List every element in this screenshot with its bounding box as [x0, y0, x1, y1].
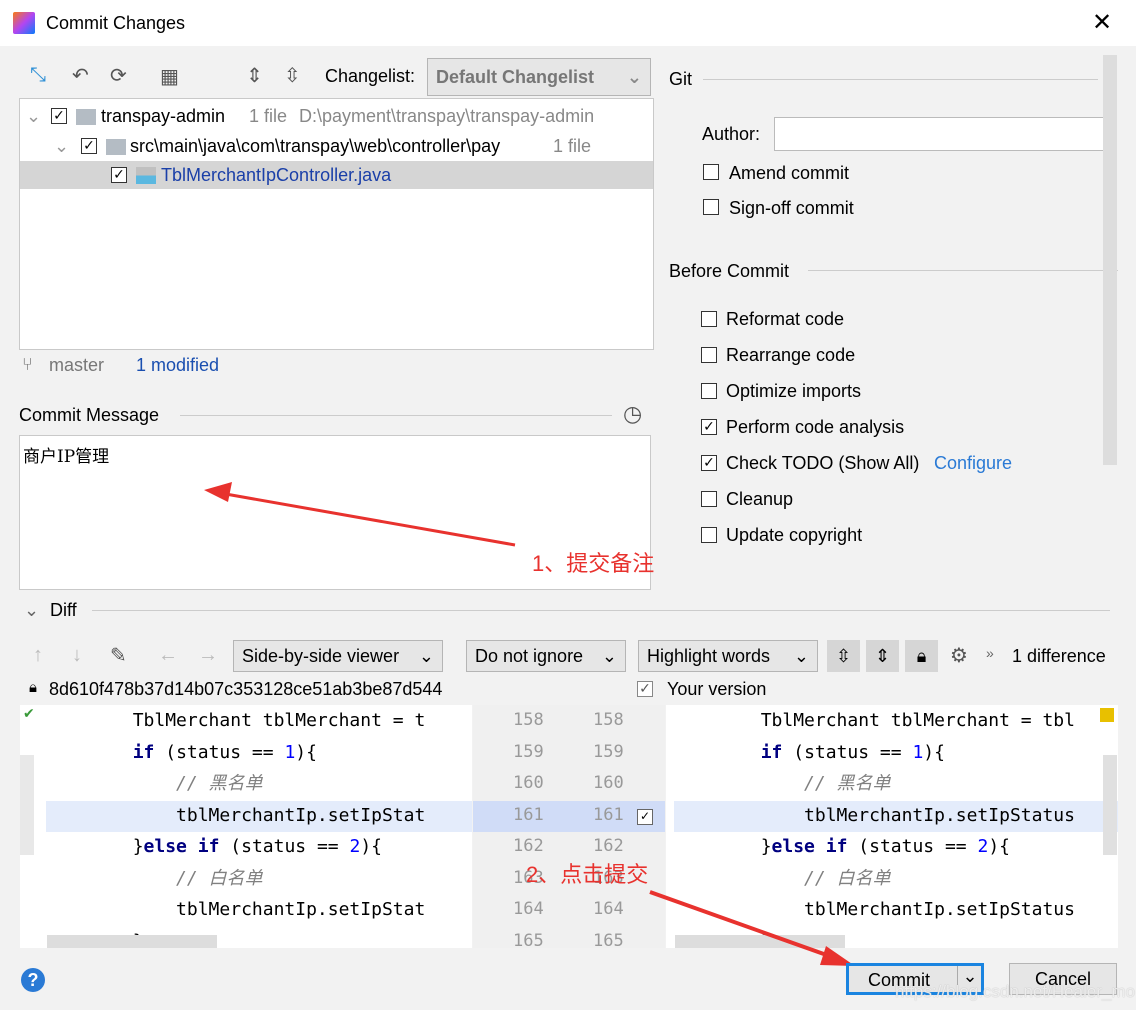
annotation-arrowhead-1: [204, 482, 232, 502]
annotation-note-2: 2、点击提交: [526, 862, 649, 887]
annotation-arrow-1: [219, 491, 516, 547]
annotation-note-1: 1、提交备注: [532, 551, 655, 576]
help-button[interactable]: ?: [21, 968, 45, 992]
annotation-arrow-2: [649, 890, 836, 960]
watermark: https://blog.csdn.net/Healer_mo: [895, 982, 1136, 1001]
